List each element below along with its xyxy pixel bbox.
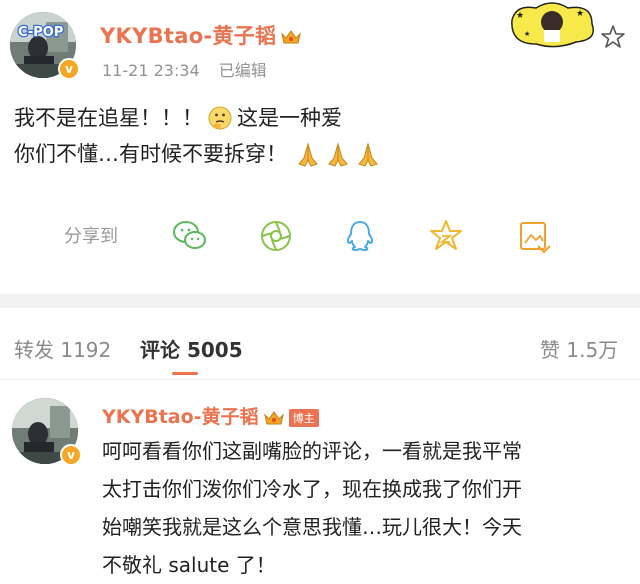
post-text-segment: 我不是在追星！！！ [14, 106, 203, 130]
cpop-tag-icon: C-POP [17, 24, 65, 42]
comment-line: 始嘲笑我就是这么个意思我懂…玩儿很大！今天 [102, 515, 522, 539]
verified-badge-icon: v [58, 58, 80, 80]
post-line: 你们不懂…有时候不要拆穿！ [14, 136, 614, 172]
svg-text:★: ★ [516, 11, 524, 21]
post-header: C-POP v YKYBtao-黄子韬 11-21 23:34 已编辑 ★ ★ … [0, 0, 640, 90]
wechat-icon[interactable] [170, 216, 210, 256]
svg-text:★: ★ [524, 30, 530, 38]
qzone-icon[interactable] [426, 216, 466, 256]
host-badge: 博主 [288, 408, 319, 427]
post-content: 我不是在追星！！！ 这是一种爱 你们不懂…有时候不要拆穿！ [14, 100, 614, 172]
post-text-segment: 这是一种爱 [237, 106, 342, 130]
commenter-name-text: YKYBtao-黄子韬 [102, 406, 259, 428]
comment-line: 呵呵看看你们这副嘴脸的评论，一看就是我平常 [102, 439, 522, 463]
tab-likes[interactable]: 赞 1.5万 [540, 334, 618, 363]
svg-text:★: ★ [576, 9, 584, 19]
post-line: 我不是在追星！！！ 这是一种爱 [14, 100, 614, 136]
verified-badge-icon: v [60, 444, 82, 466]
author-avatar[interactable]: C-POP v [10, 12, 80, 82]
comment-item: v YKYBtao-黄子韬 博主 呵呵看看你们这副嘴脸的评论，一看就是我平常 太… [0, 390, 640, 584]
thinking-face-emoji-icon [208, 106, 232, 130]
commenter-avatar[interactable]: v [12, 398, 82, 468]
comment-line: 不敬礼 salute 了！ [102, 553, 276, 577]
tab-reposts[interactable]: 转发 1192 [14, 334, 111, 363]
share-label: 分享到 [64, 226, 118, 247]
commenter-name[interactable]: YKYBtao-黄子韬 博主 [102, 402, 319, 429]
post-meta: 11-21 23:34 已编辑 [102, 57, 267, 81]
section-divider [0, 294, 640, 308]
post-text-segment: 你们不懂…有时候不要拆穿！ [14, 142, 287, 166]
moments-icon[interactable] [256, 216, 296, 256]
pray-emoji-icon [328, 142, 348, 167]
share-row: 分享到 [0, 208, 640, 258]
crown-icon [263, 410, 284, 424]
author-name-text: YKYBtao-黄子韬 [100, 24, 277, 48]
favorite-star-icon[interactable] [600, 24, 626, 50]
emoji-group [293, 136, 383, 172]
tab-comments[interactable]: 评论 5005 [140, 334, 243, 363]
pray-emoji-icon [358, 142, 378, 167]
crown-icon [281, 30, 302, 44]
active-tab-indicator [172, 372, 198, 375]
author-name[interactable]: YKYBtao-黄子韬 [100, 20, 302, 50]
cpop-tag-text: C-POP [18, 25, 63, 40]
comment-line: 太打击你们泼你们冷水了，现在换成我了你们开 [102, 477, 522, 501]
decoration-sticker-icon: ★ ★ ★ [506, 0, 598, 48]
post-timestamp: 11-21 23:34 [102, 61, 200, 80]
save-image-icon[interactable] [514, 216, 554, 256]
pray-emoji-icon [298, 142, 318, 167]
post-tab-bar: 转发 1192 评论 5005 赞 1.5万 [0, 308, 640, 380]
qq-icon[interactable] [340, 216, 380, 256]
comment-text: 呵呵看看你们这副嘴脸的评论，一看就是我平常 太打击你们泼你们冷水了，现在换成我了… [102, 432, 622, 584]
edited-label[interactable]: 已编辑 [219, 61, 267, 80]
